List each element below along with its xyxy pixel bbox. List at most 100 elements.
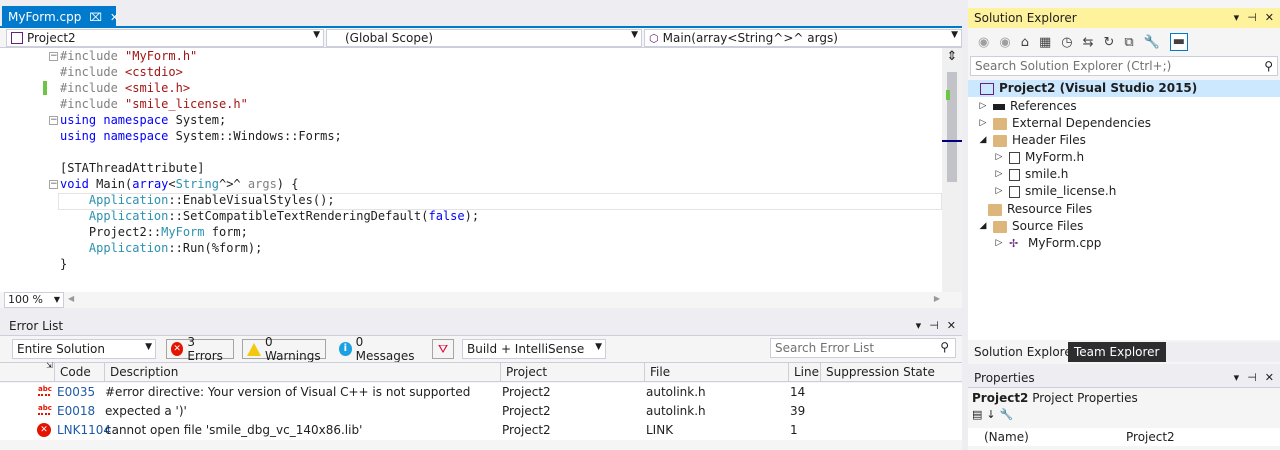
alphabetical-icon[interactable]: ↓ bbox=[986, 408, 995, 421]
expand-icon[interactable]: ▷ bbox=[994, 166, 1004, 183]
search-error-list-input[interactable]: Search Error List ⚲ bbox=[770, 338, 956, 358]
zoom-dropdown[interactable]: 100 % ▼ bbox=[4, 292, 64, 308]
pin-icon[interactable]: ⊣ bbox=[929, 316, 939, 336]
expand-icon[interactable]: ▷ bbox=[994, 149, 1004, 166]
close-icon[interactable]: ✕ bbox=[1265, 368, 1274, 388]
tree-item-myform-h[interactable]: ▷ MyForm.h bbox=[994, 149, 1085, 166]
error-list-title-bar[interactable]: Error List ▾ ⊣ ✕ bbox=[0, 316, 962, 336]
tab-team-explorer[interactable]: Team Explorer bbox=[1068, 342, 1166, 362]
code-line[interactable]: #include "smile_license.h" bbox=[60, 96, 940, 112]
preview-icon[interactable]: ▬ bbox=[1169, 33, 1188, 51]
home-icon[interactable]: ⌂ bbox=[1021, 35, 1029, 50]
column-line[interactable]: Line bbox=[788, 363, 820, 382]
code-line[interactable]: using namespace System; bbox=[60, 112, 940, 128]
search-solution-explorer-input[interactable]: Search Solution Explorer (Ctrl+;) ⚲ bbox=[970, 56, 1278, 76]
collapse-icon[interactable]: − bbox=[49, 116, 58, 125]
wrench-icon[interactable]: 🔧 bbox=[1000, 408, 1014, 421]
tree-item-source-files[interactable]: ◢ Source Files bbox=[978, 218, 1084, 235]
scope-dropdown[interactable]: (Global Scope) ▼ bbox=[326, 29, 642, 47]
dropdown-icon[interactable]: ▾ bbox=[1234, 8, 1240, 28]
property-row-name[interactable]: (Name) Project2 bbox=[968, 428, 1280, 446]
project-dropdown[interactable]: Project2 ▼ bbox=[6, 29, 324, 47]
errors-filter-button[interactable]: ✕ 3 Errors bbox=[166, 335, 234, 363]
collapse-all-icon[interactable]: ⧉ bbox=[1124, 35, 1133, 50]
scroll-right-icon[interactable]: ▶ bbox=[934, 294, 940, 303]
sync-icon[interactable]: ⇆ bbox=[1083, 35, 1094, 50]
build-source-dropdown[interactable]: Build + IntelliSense ▼ bbox=[462, 339, 606, 359]
code-token: ::SetCompatibleTextRenderingDefault( bbox=[168, 209, 429, 223]
editor-scroll-thumb[interactable] bbox=[947, 72, 957, 182]
code-line[interactable]: Project2::MyForm form; bbox=[60, 224, 940, 240]
column-suppression-state[interactable]: Suppression State bbox=[820, 363, 944, 382]
code-line[interactable]: [STAThreadAttribute] bbox=[60, 160, 940, 176]
code-editor[interactable]: − − − #include "MyForm.h" #include <cstdi… bbox=[0, 48, 962, 292]
dropdown-icon[interactable]: ▾ bbox=[916, 316, 922, 336]
code-line[interactable]: #include <smile.h> bbox=[60, 80, 940, 96]
code-line[interactable]: Application::SetCompatibleTextRenderingD… bbox=[60, 208, 940, 224]
code-line[interactable]: Application::Run(%form); bbox=[60, 240, 940, 256]
warnings-filter-button[interactable]: 0 Warnings bbox=[242, 335, 326, 363]
tree-item-resource-files[interactable]: Resource Files bbox=[988, 201, 1092, 218]
code-line[interactable]: using namespace System::Windows::Forms; bbox=[60, 128, 940, 144]
intellisense-error-icon: abc bbox=[38, 404, 52, 412]
switch-views-icon[interactable]: ▦ bbox=[1039, 35, 1051, 50]
code-line[interactable]: } bbox=[60, 256, 940, 272]
tree-item-smile-h[interactable]: ▷ smile.h bbox=[994, 166, 1069, 183]
pin-icon[interactable]: ⌧ bbox=[89, 11, 102, 24]
document-tab-myform-cpp[interactable]: MyForm.cpp ⌧ ✕ bbox=[2, 6, 119, 28]
history-icon[interactable]: ◷ bbox=[1061, 35, 1072, 50]
table-row[interactable]: abc E0035 #error directive: Your version… bbox=[0, 383, 962, 402]
collapse-icon[interactable]: − bbox=[49, 180, 58, 189]
sort-icon[interactable]: ⇲ bbox=[46, 361, 53, 370]
column-code[interactable]: Code bbox=[54, 363, 104, 382]
tab-solution-explorer[interactable]: Solution Explorer bbox=[968, 342, 1083, 362]
code-line[interactable]: #include <cstdio> bbox=[60, 64, 940, 80]
column-description[interactable]: Description bbox=[104, 363, 500, 382]
editor-horizontal-scrollbar[interactable]: ◀ ▶ bbox=[68, 294, 940, 306]
error-code[interactable]: LNK1104 bbox=[57, 421, 111, 440]
tree-item-project[interactable]: Project2 (Visual Studio 2015) bbox=[968, 80, 1280, 97]
dropdown-icon[interactable]: ▾ bbox=[1234, 368, 1240, 388]
pin-icon[interactable]: ⊣ bbox=[1247, 368, 1257, 388]
split-editor-icon[interactable]: ⇕ bbox=[944, 49, 960, 65]
scroll-left-icon[interactable]: ◀ bbox=[68, 294, 74, 303]
categorized-icon[interactable]: ▤ bbox=[972, 408, 982, 421]
forward-icon[interactable]: ◉ bbox=[999, 35, 1010, 50]
expand-icon[interactable]: ▷ bbox=[994, 235, 1004, 252]
refresh-icon[interactable]: ↻ bbox=[1104, 35, 1115, 50]
close-icon[interactable]: ✕ bbox=[1265, 8, 1274, 28]
solution-explorer-title-bar[interactable]: Solution Explorer ▾ ⊣ ✕ bbox=[968, 8, 1280, 28]
wrench-icon[interactable]: 🔧 bbox=[1144, 35, 1160, 50]
expand-icon[interactable]: ▷ bbox=[978, 98, 988, 115]
tree-item-myform-cpp[interactable]: ▷ ✢ MyForm.cpp bbox=[994, 235, 1102, 252]
member-dropdown[interactable]: ⬡ Main(array<String^>^ args) ▼ bbox=[644, 29, 962, 47]
tree-item-references[interactable]: ▷ References bbox=[978, 98, 1077, 115]
table-row[interactable]: ✕ LNK1104 cannot open file 'smile_dbg_vc… bbox=[0, 421, 962, 440]
pin-icon[interactable]: ⊣ bbox=[1247, 8, 1257, 28]
code-line[interactable]: #include "MyForm.h" bbox=[60, 48, 940, 64]
code-line[interactable]: void Main(array<String^>^ args) { bbox=[60, 176, 940, 192]
error-code[interactable]: E0035 bbox=[57, 383, 95, 402]
back-icon[interactable]: ◉ bbox=[978, 35, 989, 50]
scope-filter-dropdown[interactable]: Entire Solution ▼ bbox=[12, 339, 156, 359]
tree-item-header-files[interactable]: ◢ Header Files bbox=[978, 132, 1086, 149]
collapse-icon[interactable]: ◢ bbox=[978, 218, 988, 235]
code-text[interactable]: #include "MyForm.h" #include <cstdio> #inc… bbox=[60, 48, 940, 272]
table-row[interactable]: abc E0018 expected a ')' Project2 autoli… bbox=[0, 402, 962, 421]
collapse-icon[interactable]: − bbox=[49, 52, 58, 61]
column-project[interactable]: Project bbox=[500, 363, 644, 382]
filter-toggle-button[interactable]: ⛛ bbox=[432, 339, 454, 359]
code-line[interactable] bbox=[60, 144, 940, 160]
collapse-icon[interactable]: ◢ bbox=[978, 132, 988, 149]
properties-title-bar[interactable]: Properties ▾ ⊣ ✕ bbox=[968, 368, 1280, 388]
column-file[interactable]: File bbox=[644, 363, 788, 382]
expand-icon[interactable]: ▷ bbox=[994, 183, 1004, 200]
error-code[interactable]: E0018 bbox=[57, 402, 95, 421]
tree-item-external-dependencies[interactable]: ▷ External Dependencies bbox=[978, 115, 1151, 132]
expand-icon[interactable]: ▷ bbox=[978, 115, 988, 132]
tree-item-smile-license-h[interactable]: ▷ smile_license.h bbox=[994, 183, 1117, 200]
properties-object[interactable]: Project2 Project Properties bbox=[972, 390, 1138, 406]
messages-filter-button[interactable]: i 0 Messages bbox=[334, 335, 424, 363]
close-icon[interactable]: ✕ bbox=[110, 11, 119, 24]
close-icon[interactable]: ✕ bbox=[947, 316, 956, 336]
